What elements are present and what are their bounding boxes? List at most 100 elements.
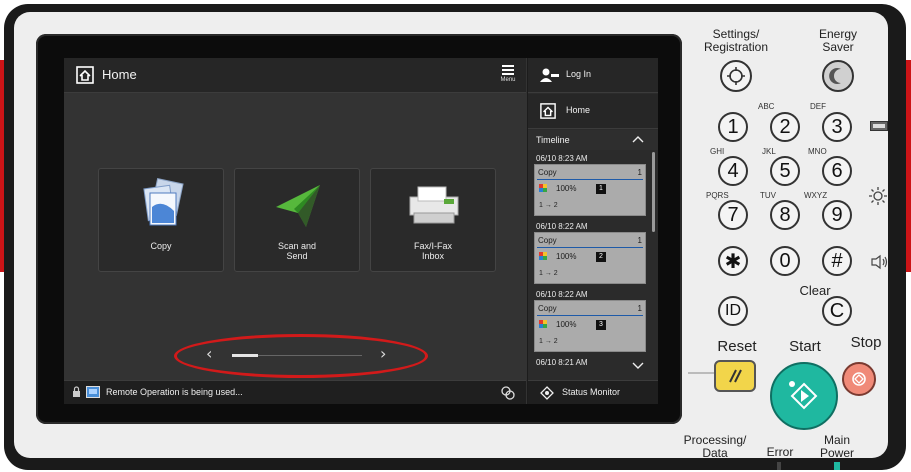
timeline-entry[interactable]: Copy 1 100% 1 1 → 2 bbox=[534, 164, 646, 216]
fax-inbox-label: Fax/I-Fax Inbox bbox=[413, 241, 452, 261]
timeline-up-icon[interactable] bbox=[632, 135, 644, 143]
stop-label: Stop bbox=[850, 334, 882, 351]
menu-button[interactable]: Menu bbox=[494, 62, 522, 90]
lock-icon bbox=[73, 386, 80, 397]
start-label: Start bbox=[789, 338, 821, 355]
duplex-mode: 1 → 2 bbox=[539, 270, 558, 277]
zoom-value: 100% bbox=[556, 184, 577, 193]
reset-button[interactable] bbox=[714, 360, 756, 392]
job-name: Copy bbox=[538, 304, 557, 313]
key-sub-label: ABC bbox=[758, 102, 775, 111]
divider-line bbox=[688, 372, 714, 374]
key-9[interactable]: 9 bbox=[822, 200, 852, 230]
clear-label: Clear bbox=[799, 283, 831, 298]
key-8[interactable]: 8 bbox=[770, 200, 800, 230]
stop-icon bbox=[852, 372, 866, 386]
page-title: Home bbox=[102, 67, 137, 82]
scan-send-icon bbox=[276, 185, 320, 227]
timeline-time: 06/10 8:22 AM bbox=[536, 222, 588, 231]
login-button[interactable]: Log In bbox=[528, 58, 658, 93]
remote-icon[interactable] bbox=[500, 385, 516, 401]
key-sub-label: WXYZ bbox=[804, 191, 828, 200]
energy-saver-icon bbox=[829, 68, 841, 84]
settings-button[interactable] bbox=[720, 60, 752, 92]
energy-saver-label: Energy Saver bbox=[818, 27, 858, 54]
start-button[interactable] bbox=[770, 362, 838, 430]
fax-inbox-tile[interactable]: Fax/I-Fax Inbox bbox=[370, 168, 496, 272]
login-icon bbox=[540, 68, 559, 82]
remote-monitor-icon bbox=[86, 386, 100, 398]
timeline-entry[interactable]: Copy 1 100% 3 1 → 2 bbox=[534, 300, 646, 352]
timeline-time: 06/10 8:21 AM bbox=[536, 358, 588, 367]
status-monitor-icon bbox=[540, 386, 554, 400]
key-sub-label: TUV bbox=[760, 191, 776, 200]
timeline-entry[interactable]: Copy 1 100% 2 1 → 2 bbox=[534, 232, 646, 284]
counter-icon[interactable] bbox=[870, 120, 888, 134]
login-label: Log In bbox=[566, 69, 592, 79]
zoom-value: 100% bbox=[556, 320, 577, 329]
main-power-label: Main Power bbox=[819, 433, 854, 460]
menu-label: Menu bbox=[500, 77, 516, 83]
home-shortcut-label: Home bbox=[566, 105, 591, 115]
status-message: Remote Operation is being used... bbox=[106, 387, 243, 397]
highlight-annotation bbox=[174, 334, 428, 378]
processing-data-label: Processing/ Data bbox=[683, 433, 747, 460]
home-icon bbox=[76, 66, 94, 84]
color-mode-icon bbox=[539, 320, 547, 328]
volume-icon[interactable] bbox=[870, 254, 890, 273]
home-header: Home Menu bbox=[64, 58, 526, 93]
key-hash[interactable]: # bbox=[822, 246, 852, 276]
timeline-time: 06/10 8:22 AM bbox=[536, 290, 588, 299]
key-1[interactable]: 1 bbox=[718, 112, 748, 142]
key-4[interactable]: 4 bbox=[718, 156, 748, 186]
energy-saver-button[interactable] bbox=[822, 60, 854, 92]
job-name: Copy bbox=[538, 236, 557, 245]
key-0[interactable]: 0 bbox=[770, 246, 800, 276]
home-shortcut-icon bbox=[540, 103, 556, 119]
divider bbox=[537, 247, 643, 248]
job-name: Copy bbox=[538, 168, 557, 177]
copies-badge: 1 bbox=[596, 184, 606, 194]
copy-icon bbox=[143, 178, 184, 226]
status-monitor-button[interactable]: Status Monitor bbox=[528, 380, 658, 404]
key-3[interactable]: 3 bbox=[822, 112, 852, 142]
key-7[interactable]: 7 bbox=[718, 200, 748, 230]
home-shortcut-button[interactable]: Home bbox=[528, 94, 658, 129]
key-sub-label: PQRS bbox=[706, 191, 729, 200]
timeline-label: Timeline bbox=[536, 135, 570, 145]
copy-tile[interactable]: Copy bbox=[98, 168, 224, 272]
color-mode-icon bbox=[539, 252, 547, 260]
right-sidebar: Log In Home Timeline 06/10 8:23 AM Copy … bbox=[527, 58, 658, 404]
divider bbox=[537, 315, 643, 316]
duplex-mode: 1 → 2 bbox=[539, 202, 558, 209]
status-monitor-label: Status Monitor bbox=[562, 387, 621, 397]
status-bar: Remote Operation is being used... bbox=[64, 380, 526, 404]
key-6[interactable]: 6 bbox=[822, 156, 852, 186]
divider bbox=[537, 179, 643, 180]
clear-button[interactable]: C bbox=[822, 296, 852, 326]
timeline-scrollbar[interactable] bbox=[652, 152, 655, 232]
duplex-mode: 1 → 2 bbox=[539, 338, 558, 345]
id-button[interactable]: ID bbox=[718, 296, 748, 326]
key-sub-label: JKL bbox=[762, 147, 776, 156]
zoom-value: 100% bbox=[556, 252, 577, 261]
touch-screen: Home Menu Copy Scan and Send Fax/I-Fax I… bbox=[64, 58, 658, 404]
key-5[interactable]: 5 bbox=[770, 156, 800, 186]
copies-badge: 2 bbox=[596, 252, 606, 262]
stop-button[interactable] bbox=[842, 362, 876, 396]
main-power-indicator bbox=[834, 462, 840, 470]
brightness-icon[interactable] bbox=[868, 186, 888, 209]
timeline-header: Timeline bbox=[528, 130, 658, 150]
start-icon bbox=[789, 381, 818, 410]
key-star[interactable]: ✱ bbox=[718, 246, 748, 276]
copy-tile-label: Copy bbox=[150, 241, 172, 251]
settings-label: Settings/ Registration bbox=[703, 27, 769, 54]
scan-and-send-tile[interactable]: Scan and Send bbox=[234, 168, 360, 272]
key-2[interactable]: 2 bbox=[770, 112, 800, 142]
copies-badge: 3 bbox=[596, 320, 606, 330]
timeline-time: 06/10 8:23 AM bbox=[536, 154, 588, 163]
timeline-down-icon[interactable] bbox=[632, 362, 644, 370]
reset-icon bbox=[729, 369, 742, 383]
key-sub-label: MNO bbox=[808, 147, 827, 156]
job-count: 1 bbox=[637, 304, 642, 313]
